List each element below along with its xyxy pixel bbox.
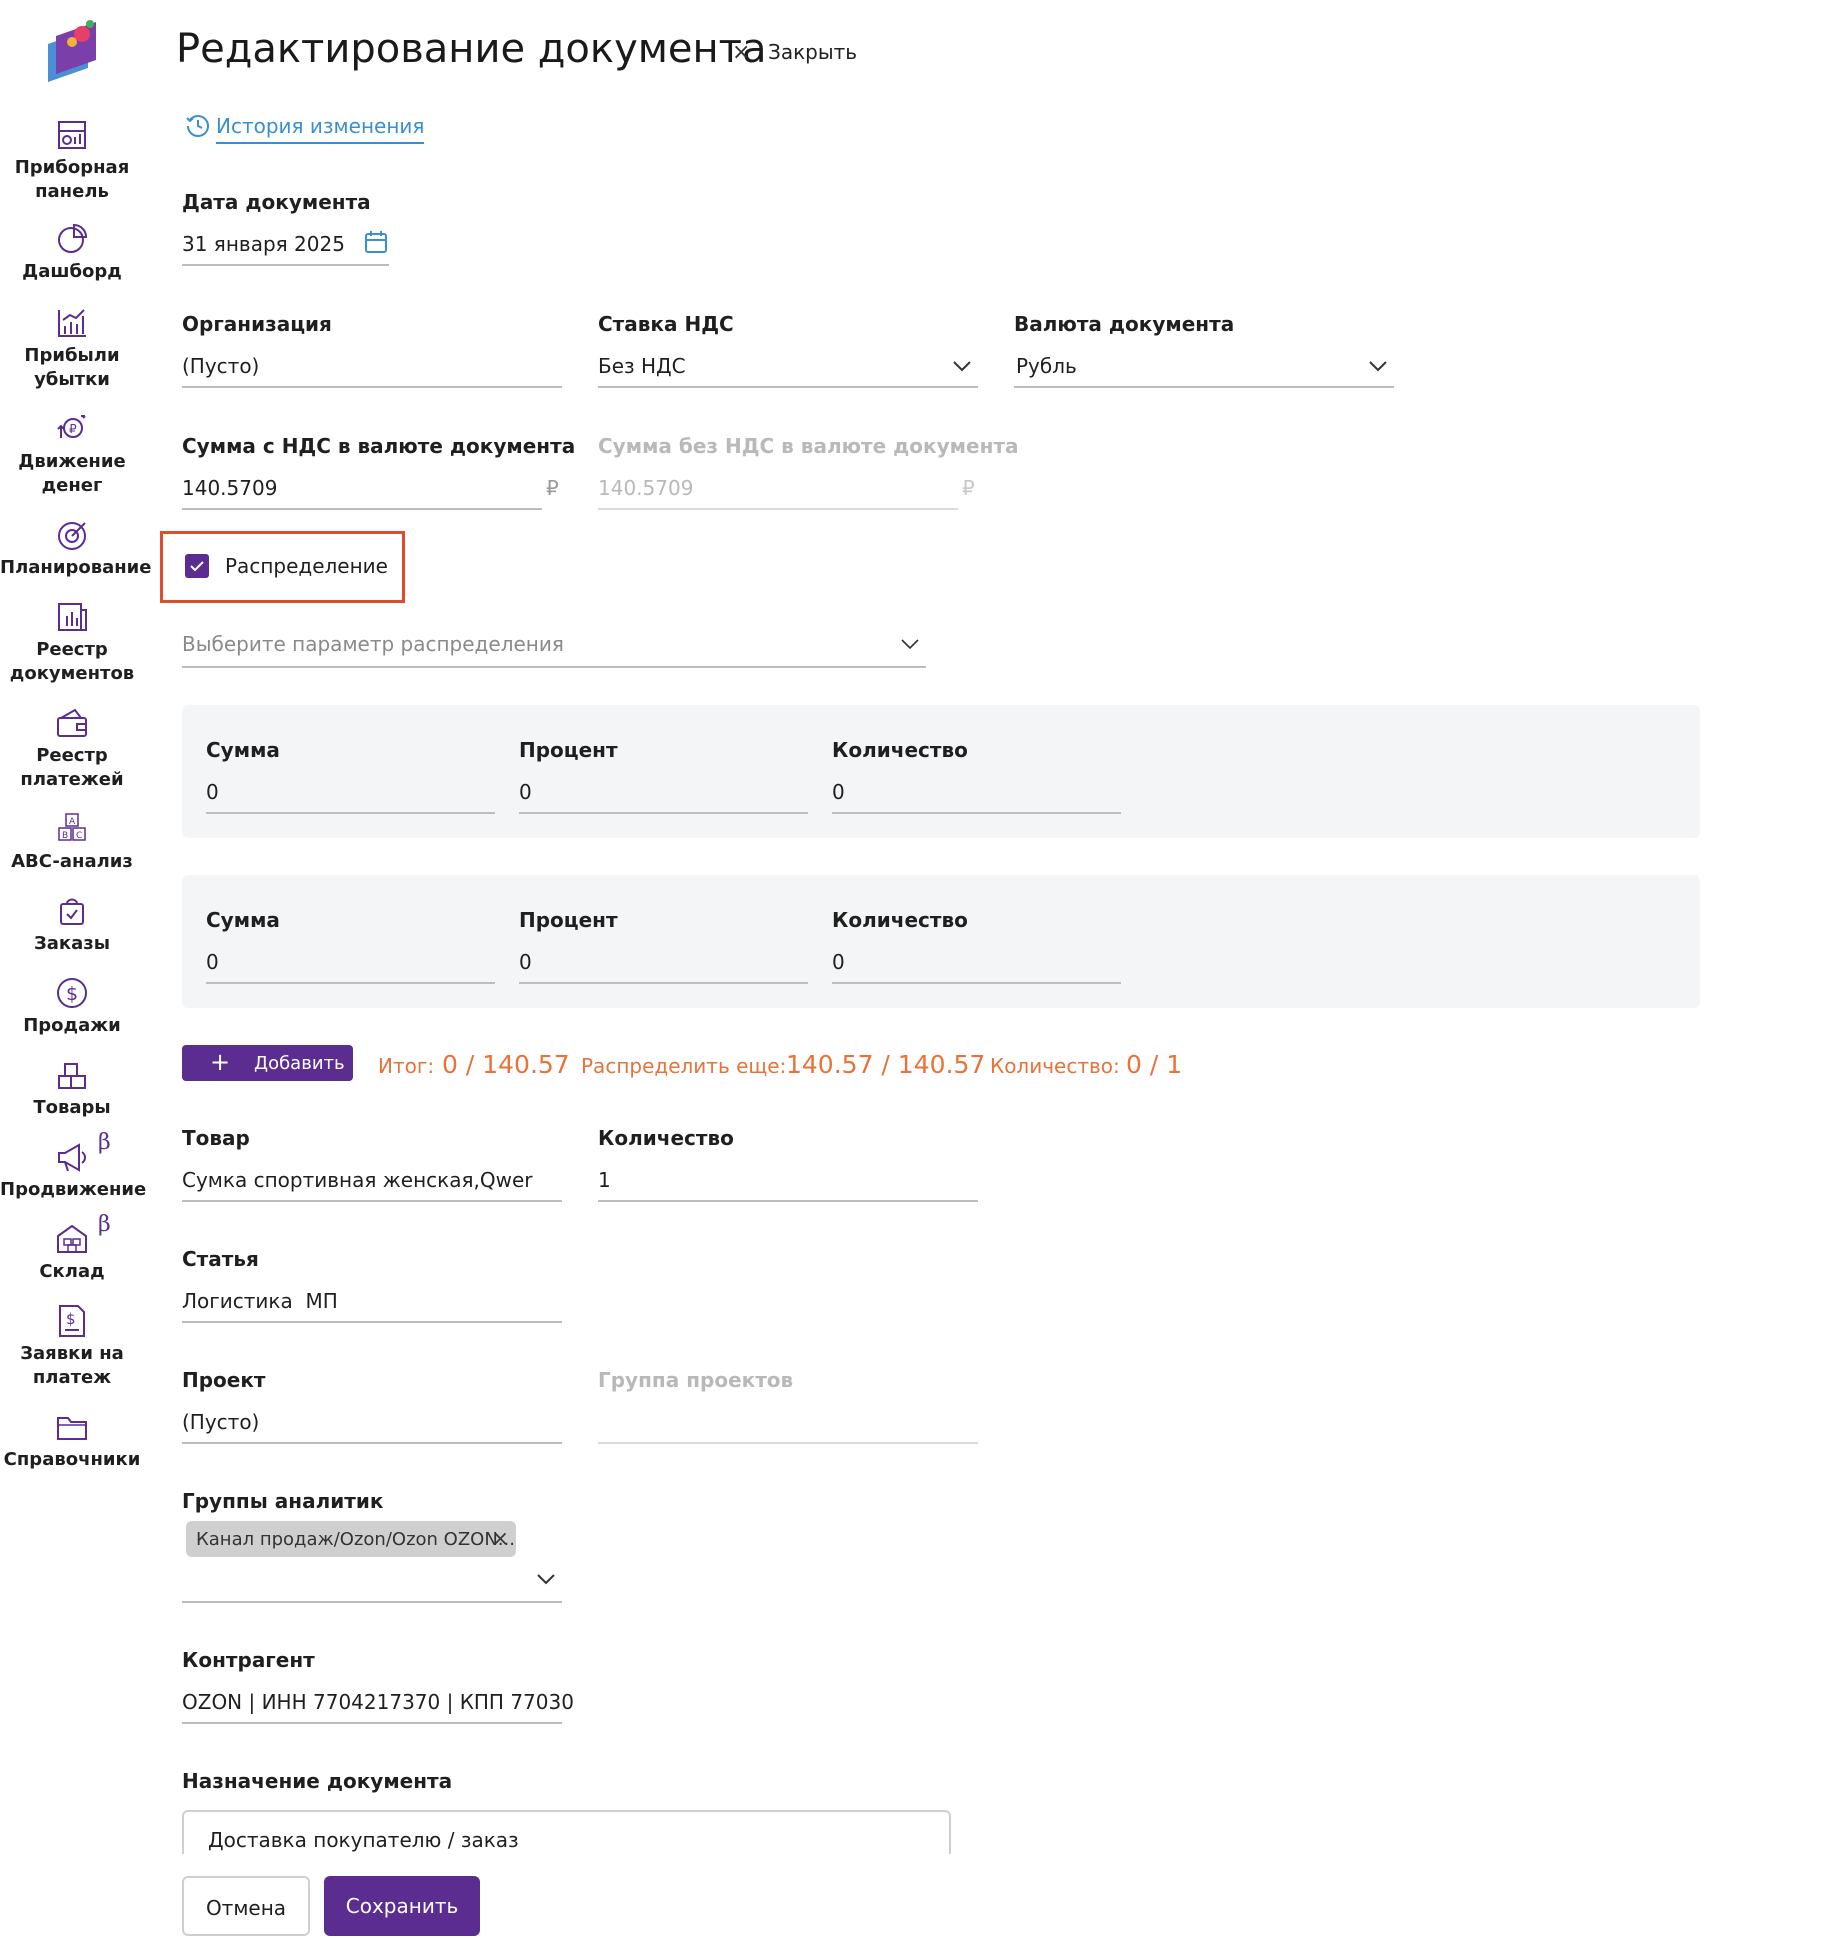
- distribution-checkbox[interactable]: [185, 554, 209, 578]
- distribution-row: [182, 875, 1700, 1008]
- total-value: 0 / 140.57: [442, 1050, 570, 1079]
- remaining-label: Распределить еще:: [581, 1054, 787, 1078]
- product-select[interactable]: Сумка спортивная женская,Qwer: [182, 1168, 533, 1192]
- analytics-label: Группы аналитик: [182, 1489, 384, 1513]
- row-sum-input[interactable]: 0: [206, 950, 219, 974]
- project-select[interactable]: (Пусто): [182, 1410, 259, 1434]
- underline: [182, 1601, 562, 1603]
- product-qty-label: Количество: [598, 1126, 734, 1150]
- row-qty-label: Количество: [832, 908, 968, 932]
- analytics-chip-label: Канал продаж/Ozon/Ozon OZON...: [196, 1529, 515, 1550]
- row-sum-label: Сумма: [206, 908, 280, 932]
- underline: [598, 508, 958, 510]
- purpose-textarea[interactable]: Доставка покупателю / заказ: [182, 1810, 951, 1854]
- underline: [182, 1722, 562, 1724]
- underline: [182, 1200, 562, 1202]
- org-select[interactable]: (Пусто): [182, 354, 259, 378]
- history-link-label: История изменения: [216, 114, 425, 144]
- underline: [832, 982, 1121, 984]
- save-label: Сохранить: [345, 1894, 459, 1918]
- row-sum-input[interactable]: 0: [206, 780, 219, 804]
- save-button[interactable]: Сохранить: [324, 1876, 480, 1936]
- counterparty-select[interactable]: OZON | ИНН 7704217370 | КПП 77030: [182, 1690, 574, 1714]
- close-button[interactable]: Закрыть: [768, 40, 857, 64]
- totals-qty-value: 0 / 1: [1126, 1050, 1183, 1079]
- checkmark-icon: [190, 561, 204, 572]
- sum-vat-input[interactable]: 140.5709: [182, 476, 277, 500]
- purpose-value: Доставка покупателю / заказ: [208, 1828, 519, 1852]
- underline: [598, 1200, 978, 1202]
- row-qty-input[interactable]: 0: [832, 780, 845, 804]
- cancel-label: Отмена: [205, 1896, 287, 1920]
- distribution-label[interactable]: Распределение: [225, 554, 388, 578]
- totals-qty-label: Количество:: [990, 1054, 1120, 1078]
- row-qty-input[interactable]: 0: [832, 950, 845, 974]
- document-edit-form: Редактирование документа × Закрыть Истор…: [0, 0, 1830, 1938]
- plus-icon: +: [210, 1048, 231, 1076]
- article-label: Статья: [182, 1247, 259, 1271]
- underline: [206, 812, 495, 814]
- currency-select[interactable]: Рубль: [1016, 354, 1077, 378]
- underline: [182, 1442, 562, 1444]
- close-icon[interactable]: ×: [732, 40, 750, 65]
- underline: [1014, 386, 1394, 388]
- chevron-down-icon[interactable]: [1368, 360, 1388, 372]
- underline: [182, 264, 389, 266]
- article-select[interactable]: Логистика МП: [182, 1289, 338, 1313]
- row-qty-label: Количество: [832, 738, 968, 762]
- underline: [519, 982, 808, 984]
- counterparty-label: Контрагент: [182, 1648, 315, 1672]
- org-label: Организация: [182, 312, 332, 336]
- underline: [519, 812, 808, 814]
- project-group-field: [598, 1442, 978, 1444]
- chevron-down-icon[interactable]: [536, 1573, 556, 1585]
- chip-close-icon[interactable]: ×: [492, 1526, 509, 1550]
- vat-select[interactable]: Без НДС: [598, 354, 686, 378]
- underline: [832, 812, 1121, 814]
- product-qty-input[interactable]: 1: [598, 1168, 611, 1192]
- total-label: Итог:: [378, 1054, 435, 1078]
- sum-novat-label: Сумма без НДС в валюте документа: [598, 434, 1019, 458]
- purpose-label: Назначение документа: [182, 1769, 453, 1793]
- add-row-label: Добавить: [254, 1053, 345, 1074]
- row-percent-input[interactable]: 0: [519, 780, 532, 804]
- product-label: Товар: [182, 1126, 250, 1150]
- sum-novat-input: 140.5709: [598, 476, 694, 500]
- ruble-icon: ₽: [962, 476, 975, 500]
- distribution-param-select[interactable]: Выберите параметр распределения: [182, 632, 564, 656]
- row-percent-label: Процент: [519, 908, 618, 932]
- row-percent-label: Процент: [519, 738, 618, 762]
- page-title: Редактирование документа: [176, 26, 767, 72]
- row-sum-label: Сумма: [206, 738, 280, 762]
- analytics-chip[interactable]: Канал продаж/Ozon/Ozon OZON... ×: [186, 1521, 516, 1557]
- row-percent-input[interactable]: 0: [519, 950, 532, 974]
- add-row-button[interactable]: + Добавить: [182, 1045, 353, 1081]
- remaining-value: 140.57 / 140.57: [786, 1050, 986, 1079]
- project-label: Проект: [182, 1368, 266, 1392]
- underline: [182, 386, 562, 388]
- underline: [182, 1321, 562, 1323]
- ruble-icon: ₽: [546, 476, 559, 500]
- underline: [182, 508, 542, 510]
- underline: [182, 666, 926, 668]
- underline: [598, 386, 978, 388]
- calendar-icon[interactable]: [364, 230, 388, 254]
- doc-date-input[interactable]: 31 января 2025: [182, 232, 345, 256]
- underline: [206, 982, 495, 984]
- chevron-down-icon[interactable]: [900, 638, 920, 650]
- cancel-button[interactable]: Отмена: [182, 1876, 310, 1936]
- history-link[interactable]: История изменения: [184, 114, 425, 144]
- distribution-row: [182, 705, 1700, 838]
- sum-vat-label: Сумма с НДС в валюте документа: [182, 434, 576, 458]
- project-group-label: Группа проектов: [598, 1368, 794, 1392]
- doc-date-label: Дата документа: [182, 190, 371, 214]
- vat-label: Ставка НДС: [598, 312, 734, 336]
- currency-label: Валюта документа: [1014, 312, 1235, 336]
- chevron-down-icon[interactable]: [952, 360, 972, 372]
